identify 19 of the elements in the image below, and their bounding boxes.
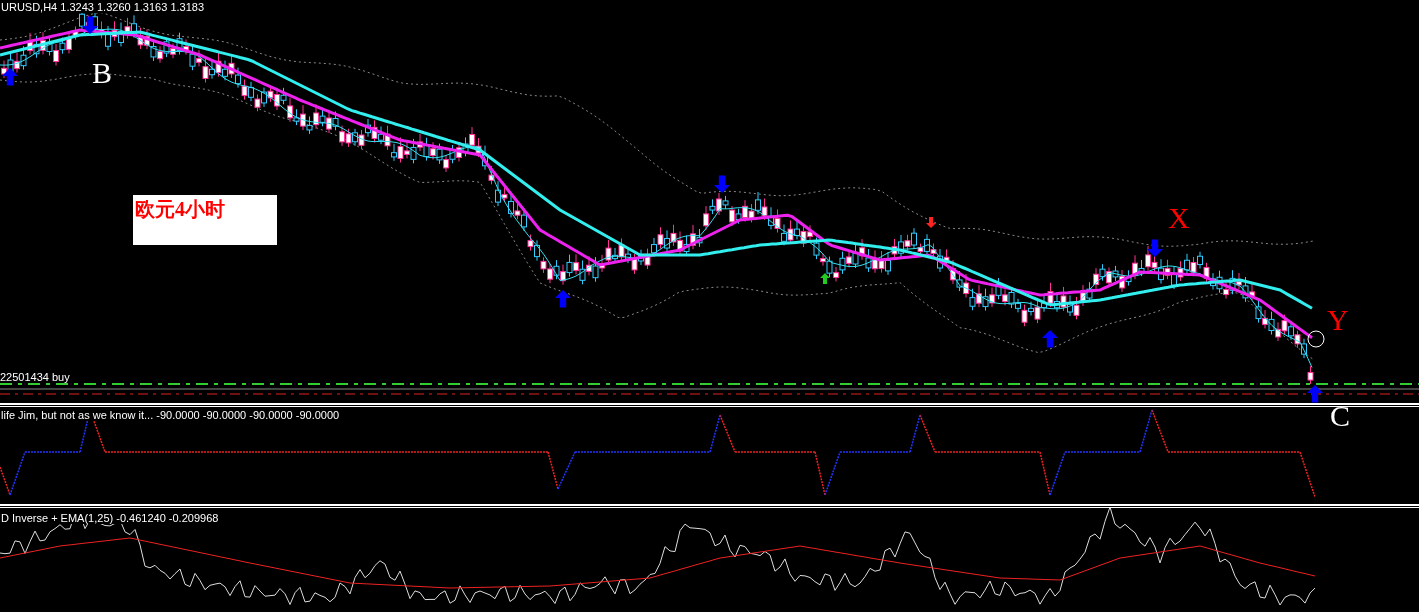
up-arrow-icon — [555, 290, 571, 308]
down-arrow-icon — [714, 175, 730, 193]
up-arrow-icon — [1307, 385, 1323, 403]
annotation-letter: B — [92, 58, 112, 88]
circle-marker — [1307, 330, 1325, 348]
annotation-letter: Y — [1327, 305, 1349, 335]
down-arrow-icon — [1147, 239, 1163, 257]
up-arrow-icon — [820, 273, 830, 284]
down-arrow-icon — [82, 16, 98, 34]
indicator-label: life Jim, but not as we know it... -90.0000 -90.0000 -90.0000 -90.0000 — [1, 409, 340, 421]
chart-header: URUSD,H4 1.3243 1.3260 1.3163 1.3183 — [1, 1, 205, 13]
order-label: 22501434 buy — [0, 371, 70, 383]
indicator-label: D Inverse + EMA(1,25) -0.461240 -0.209968 — [1, 512, 219, 524]
annotation-letter: C — [1330, 407, 1350, 431]
up-arrow-icon — [1042, 330, 1058, 348]
annotation-letter: X — [1168, 203, 1190, 233]
down-arrow-icon — [926, 217, 936, 228]
up-arrow-icon — [2, 68, 18, 86]
note-label: 欧元4小时 — [133, 195, 277, 245]
